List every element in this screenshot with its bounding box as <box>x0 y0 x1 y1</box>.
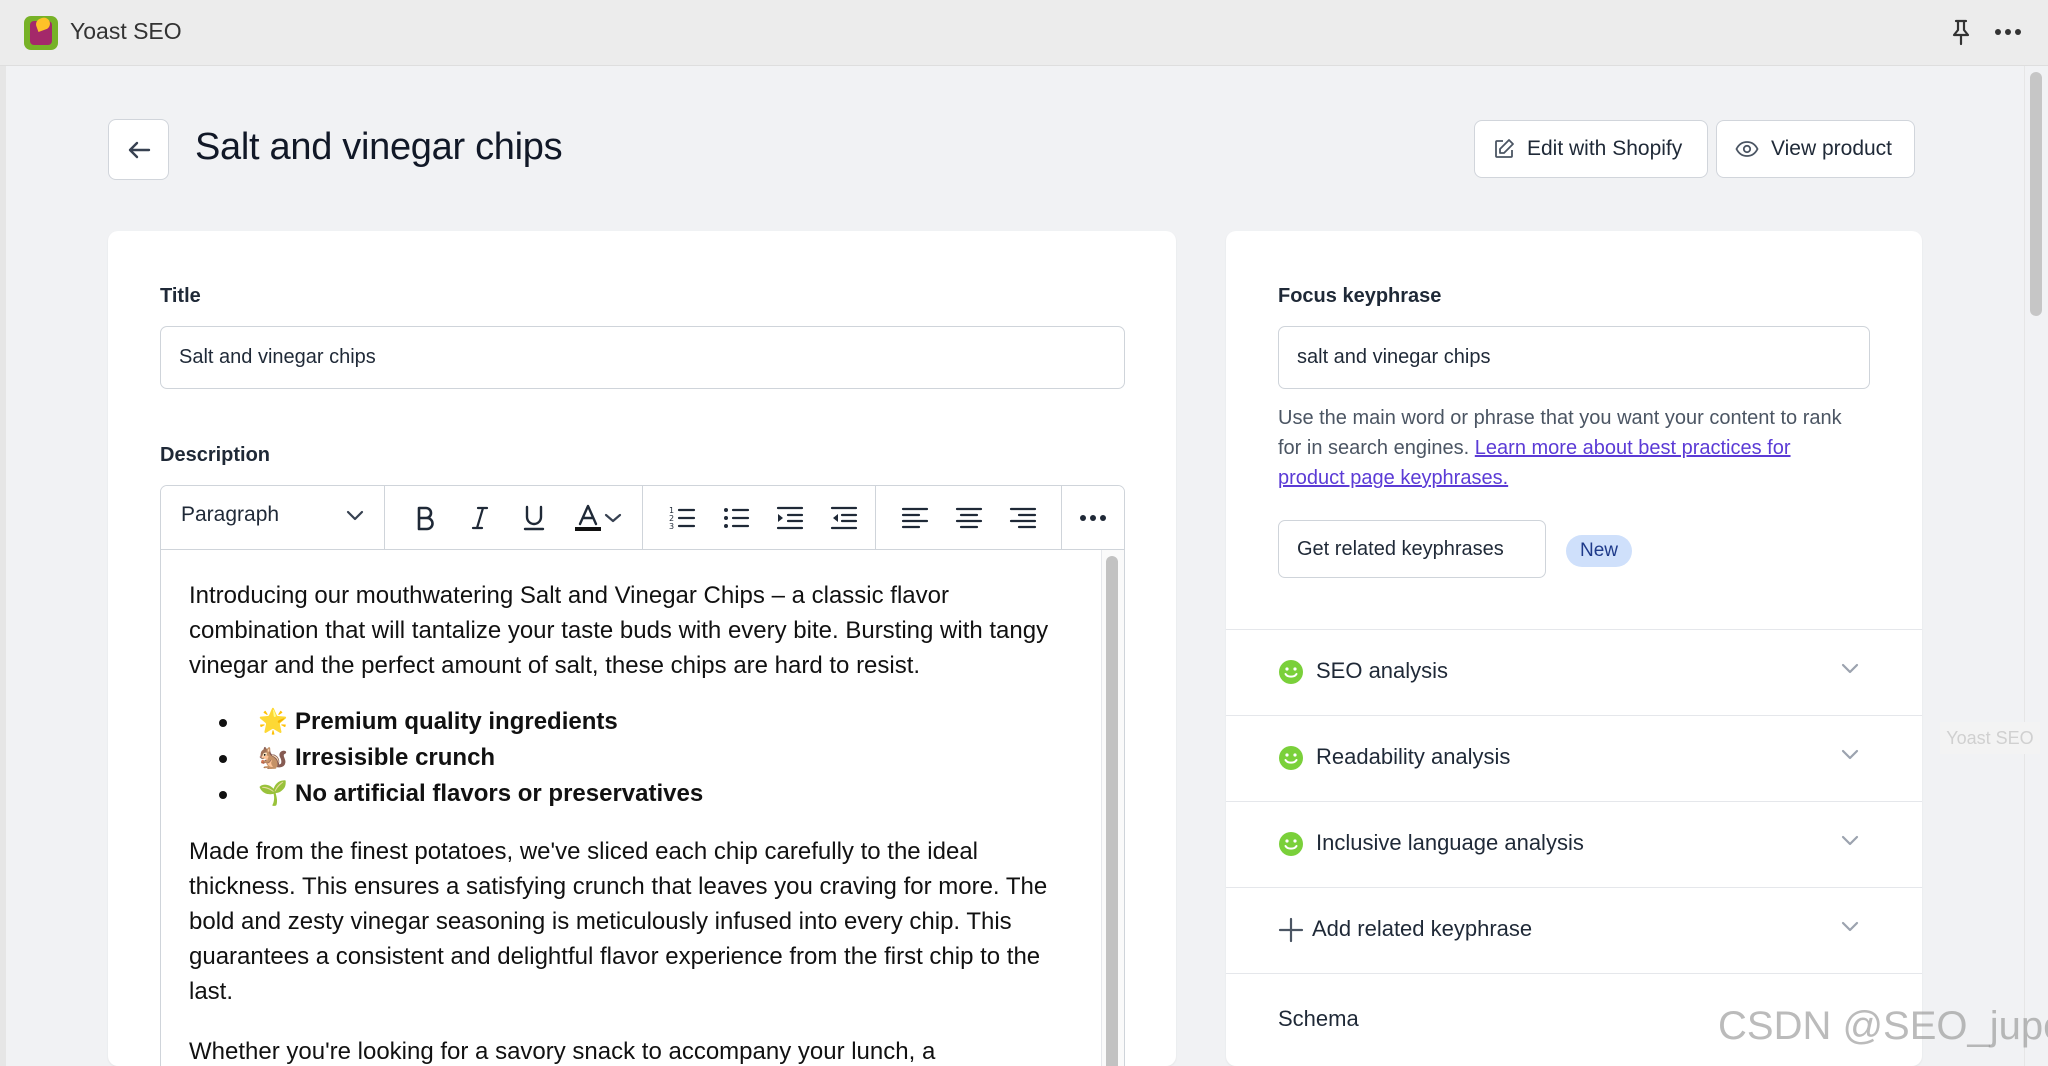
numbered-list-button[interactable]: 1 2 3 <box>663 499 701 537</box>
yoast-side-tab[interactable]: Yoast SEO <box>1940 722 2040 754</box>
toolbar-separator <box>642 486 643 550</box>
product-content-card: Title Salt and vinegar chips Description… <box>108 231 1176 1066</box>
page-title: Salt and vinegar chips <box>195 126 563 168</box>
text-color-icon <box>575 504 601 531</box>
focus-keyphrase-help: Use the main word or phrase that you wan… <box>1278 407 1842 489</box>
editor-paragraph: Whether you're looking for a savory snac… <box>189 1038 936 1065</box>
underline-icon <box>523 505 545 531</box>
plus-icon <box>1278 917 1304 943</box>
editor-bullet-list: 🌟 Premium quality ingredients 🐿️ Irresisib… <box>189 704 1075 812</box>
toolbar-separator <box>875 486 876 550</box>
align-center-icon <box>955 507 983 529</box>
more-formatting-button[interactable] <box>1074 499 1112 537</box>
accordion-label: Readability analysis <box>1316 744 1511 769</box>
list-item: 🌱 No artificial flavors or preservatives <box>219 776 1075 812</box>
editor-toolbar: Paragraph 1 2 3 <box>161 486 1124 550</box>
more-icon <box>1080 515 1106 521</box>
yoast-logo-icon <box>24 16 58 50</box>
view-product-label: View product <box>1771 137 1893 160</box>
editor-paragraph: Introducing our mouthwatering Salt and V… <box>189 582 1049 679</box>
align-left-button[interactable] <box>896 499 934 537</box>
chevron-down-icon <box>1841 663 1859 674</box>
indent-icon <box>776 506 804 530</box>
chevron-down-icon <box>1841 749 1859 760</box>
window-edge <box>0 66 6 1066</box>
align-right-icon <box>1009 507 1037 529</box>
align-left-icon <box>901 507 929 529</box>
accordion-label: Add related keyphrase <box>1312 916 1533 941</box>
editor-content[interactable]: Introducing our mouthwatering Salt and V… <box>161 550 1101 1066</box>
seedling-icon: 🌱 <box>258 780 288 807</box>
editor-paragraph: Made from the finest potatoes, we've sli… <box>189 838 1048 1005</box>
new-badge: New <box>1566 535 1632 567</box>
chevron-down-icon <box>604 513 622 523</box>
align-center-button[interactable] <box>950 499 988 537</box>
description-label: Description <box>160 444 271 466</box>
text-color-dropdown[interactable] <box>601 499 625 537</box>
edit-with-shopify-button[interactable]: Edit with Shopify <box>1474 120 1708 178</box>
italic-button[interactable] <box>461 499 499 537</box>
edit-icon <box>1495 139 1514 158</box>
title-label: Title <box>160 285 201 307</box>
chevron-down-icon <box>1841 835 1859 846</box>
list-item: 🐿️ Irresisible crunch <box>219 740 1075 776</box>
seo-sidebar-card: Focus keyphrase salt and vinegar chips U… <box>1226 231 1922 1066</box>
more-icon[interactable] <box>1992 18 2024 46</box>
star-icon: 🌟 <box>258 708 288 735</box>
accordion-readability-analysis[interactable]: Readability analysis <box>1226 715 1922 801</box>
smiley-good-icon <box>1279 746 1303 770</box>
underline-button[interactable] <box>515 499 553 537</box>
bold-icon <box>417 506 434 531</box>
divider <box>1226 973 1922 974</box>
watermark: CSDN @SEO_juper <box>1718 1004 2048 1048</box>
back-button[interactable] <box>108 119 169 180</box>
svg-text:3: 3 <box>669 522 674 531</box>
align-right-button[interactable] <box>1004 499 1042 537</box>
squirrel-icon: 🐿️ <box>258 744 288 771</box>
bullet-list-button[interactable] <box>717 499 755 537</box>
edit-with-shopify-label: Edit with Shopify <box>1527 137 1683 160</box>
title-input[interactable]: Salt and vinegar chips <box>160 326 1125 389</box>
page-scrollbar-thumb[interactable] <box>2030 72 2042 316</box>
app-bar: Yoast SEO <box>0 0 2048 66</box>
get-related-keyphrases-button[interactable]: Get related keyphrases <box>1278 520 1546 578</box>
description-editor[interactable]: Paragraph 1 2 3 Introducing our mouthwat… <box>160 485 1125 1066</box>
editor-scrollbar-thumb[interactable] <box>1106 556 1118 1066</box>
toolbar-separator <box>384 486 385 550</box>
block-format-select[interactable]: Paragraph <box>181 503 279 527</box>
accordion-inclusive-language-analysis[interactable]: Inclusive language analysis <box>1226 801 1922 887</box>
italic-icon <box>471 506 489 530</box>
indent-button[interactable] <box>771 499 809 537</box>
list-item: 🌟 Premium quality ingredients <box>219 704 1075 740</box>
app-title: Yoast SEO <box>70 18 182 44</box>
chevron-down-icon <box>1841 921 1859 932</box>
accordion-seo-analysis[interactable]: SEO analysis <box>1226 629 1922 715</box>
smiley-good-icon <box>1279 832 1303 856</box>
eye-icon <box>1735 141 1759 157</box>
bold-button[interactable] <box>406 499 444 537</box>
pin-icon[interactable] <box>1948 18 1974 46</box>
chevron-down-icon <box>346 510 364 521</box>
bullet-list-icon <box>724 508 750 528</box>
view-product-button[interactable]: View product <box>1716 120 1915 178</box>
focus-keyphrase-label: Focus keyphrase <box>1278 285 1442 307</box>
outdent-icon <box>830 506 858 530</box>
accordion-label: Inclusive language analysis <box>1316 830 1584 855</box>
accordion-label: SEO analysis <box>1316 658 1449 683</box>
outdent-button[interactable] <box>825 499 863 537</box>
arrow-left-icon <box>128 141 150 158</box>
smiley-good-icon <box>1279 660 1303 684</box>
accordion-add-related-keyphrase[interactable]: Add related keyphrase <box>1226 887 1922 973</box>
schema-section-label[interactable]: Schema <box>1278 1006 1359 1032</box>
toolbar-separator <box>1061 486 1062 550</box>
numbered-list-icon: 1 2 3 <box>669 506 696 531</box>
focus-keyphrase-input[interactable]: salt and vinegar chips <box>1278 326 1870 389</box>
